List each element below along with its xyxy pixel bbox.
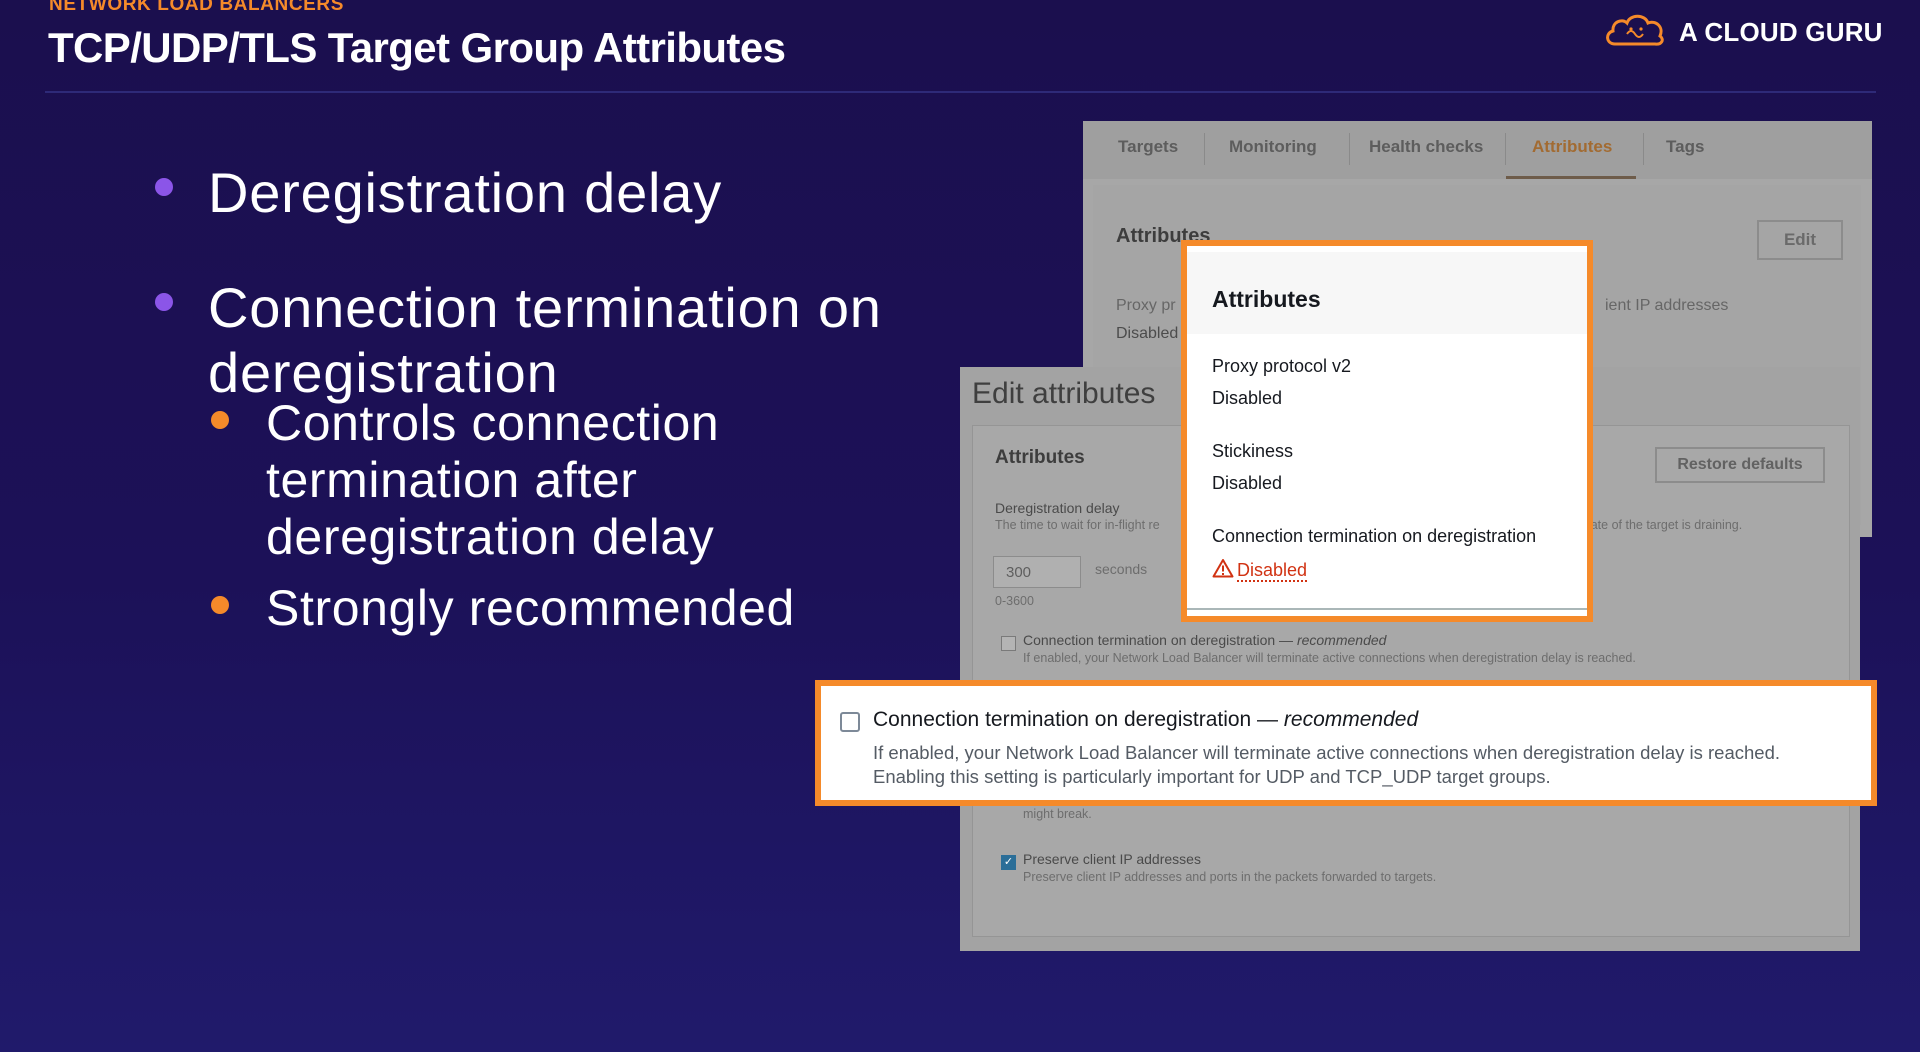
bullet-text: Deregistration delay (208, 161, 723, 224)
connection-termination-status: Disabled (1212, 558, 1308, 583)
warning-icon (1212, 558, 1234, 583)
deregistration-delay-label: Deregistration delay (995, 500, 1120, 516)
bullet-dot-icon (155, 178, 173, 196)
proxy-label: Proxy pr (1116, 297, 1176, 314)
sub-bullet-dot-icon (211, 596, 229, 614)
brand-name: A CLOUD GURU (1679, 16, 1883, 47)
popup-header: Attributes (1187, 246, 1587, 334)
stickiness-value: Disabled (1212, 473, 1283, 493)
sub-bullet-list: Controls connection termination after de… (211, 395, 882, 637)
tab-divider (1643, 133, 1644, 165)
proxy-protocol-label: Proxy protocol v2 (1212, 356, 1352, 376)
bullet-text-line: Connection termination on (208, 276, 882, 339)
attributes-heading: Attributes (995, 447, 1085, 468)
active-tab-indicator (1506, 176, 1636, 179)
connection-termination-label: Connection termination on deregistration (1212, 526, 1537, 546)
deregistration-delay-desc: The time to wait for in-flight re (995, 518, 1160, 532)
brand-logo: A CLOUD GURU (1603, 10, 1883, 54)
sub-bullet-dot-icon (211, 411, 229, 429)
sub-bullet-line: deregistration delay (266, 509, 715, 565)
deregistration-range: 0-3600 (995, 594, 1034, 608)
sub-bullet-item: Strongly recommended (211, 580, 882, 637)
section-kicker: NETWORK LOAD BALANCERS (49, 0, 345, 15)
tab-health-checks[interactable]: Health checks (1369, 137, 1483, 157)
attributes-summary-highlight: Attributes Proxy protocol v2 Disabled St… (1181, 240, 1593, 622)
deregistration-delay-desc-tail: state of the target is draining. (1581, 518, 1743, 532)
client-ip-label: ient IP addresses (1605, 297, 1729, 314)
tab-attributes[interactable]: Attributes (1532, 137, 1612, 157)
connection-termination-checkbox[interactable] (840, 712, 860, 732)
sub-bullet-text: Strongly recommended (266, 580, 795, 636)
bullet-item: Connection termination on deregistration (155, 275, 882, 405)
connection-termination-text: Connection termination on deregistration… (873, 708, 1284, 731)
preserve-client-ip-desc: Preserve client IP addresses and ports i… (1023, 870, 1437, 884)
tab-divider (1349, 133, 1350, 165)
header-divider (45, 91, 1876, 93)
connection-termination-desc: If enabled, your Network Load Balancer w… (1023, 651, 1636, 665)
connection-termination-label: Connection termination on deregistration… (1023, 632, 1386, 648)
preserve-client-ip-label: Preserve client IP addresses (1023, 851, 1201, 867)
recommended-text: recommended (1296, 632, 1387, 648)
tab-divider (1204, 133, 1205, 165)
popup-title: Attributes (1212, 286, 1321, 312)
preserve-client-ip-checkbox[interactable]: ✓ (1001, 855, 1016, 870)
description-line: Enabling this setting is particularly im… (873, 766, 1551, 787)
tab-divider (1505, 133, 1506, 165)
connection-termination-value[interactable]: Disabled (1237, 560, 1308, 582)
proxy-protocol-value: Disabled (1212, 388, 1283, 408)
connection-termination-highlight: Connection termination on deregistration… (815, 680, 1877, 806)
sub-bullet-line: Controls connection (266, 395, 720, 451)
seconds-unit: seconds (1095, 561, 1148, 577)
bullet-item: Deregistration delay (155, 160, 882, 225)
restore-defaults-button[interactable]: Restore defaults (1655, 447, 1825, 483)
proxy-value: Disabled (1116, 325, 1179, 342)
connection-termination-checkbox[interactable] (1001, 636, 1016, 651)
connection-termination-text: Connection termination on deregistration… (1023, 632, 1297, 648)
stickiness-label: Stickiness (1212, 441, 1294, 461)
connection-termination-title: Connection termination on deregistration… (873, 708, 1418, 732)
bullet-list: Deregistration delay Connection terminat… (155, 160, 882, 651)
sub-bullet-line: termination after (266, 452, 638, 508)
bullet-text: Connection termination on deregistration (208, 275, 882, 405)
cloud-logo-icon (1603, 10, 1667, 55)
edit-button[interactable]: Edit (1757, 220, 1843, 260)
popup-divider (1187, 608, 1587, 610)
connection-termination-description: If enabled, your Network Load Balancer w… (873, 741, 1873, 789)
bullet-dot-icon (155, 293, 173, 311)
tab-monitoring[interactable]: Monitoring (1229, 137, 1317, 157)
slide-title: TCP/UDP/TLS Target Group Attributes (48, 24, 786, 71)
edit-attributes-title: Edit attributes (972, 377, 1156, 410)
recommended-text: recommended (1283, 708, 1419, 731)
sub-bullet-item: Controls connection termination after de… (211, 395, 882, 566)
deregistration-delay-input[interactable]: 300 (993, 556, 1081, 588)
tab-bar: Targets Monitoring Health checks Attribu… (1083, 121, 1872, 179)
sub-bullet-text: Controls connection termination after de… (266, 395, 719, 566)
tab-tags[interactable]: Tags (1666, 137, 1704, 157)
tab-targets[interactable]: Targets (1118, 137, 1178, 157)
description-line: If enabled, your Network Load Balancer w… (873, 742, 1780, 763)
